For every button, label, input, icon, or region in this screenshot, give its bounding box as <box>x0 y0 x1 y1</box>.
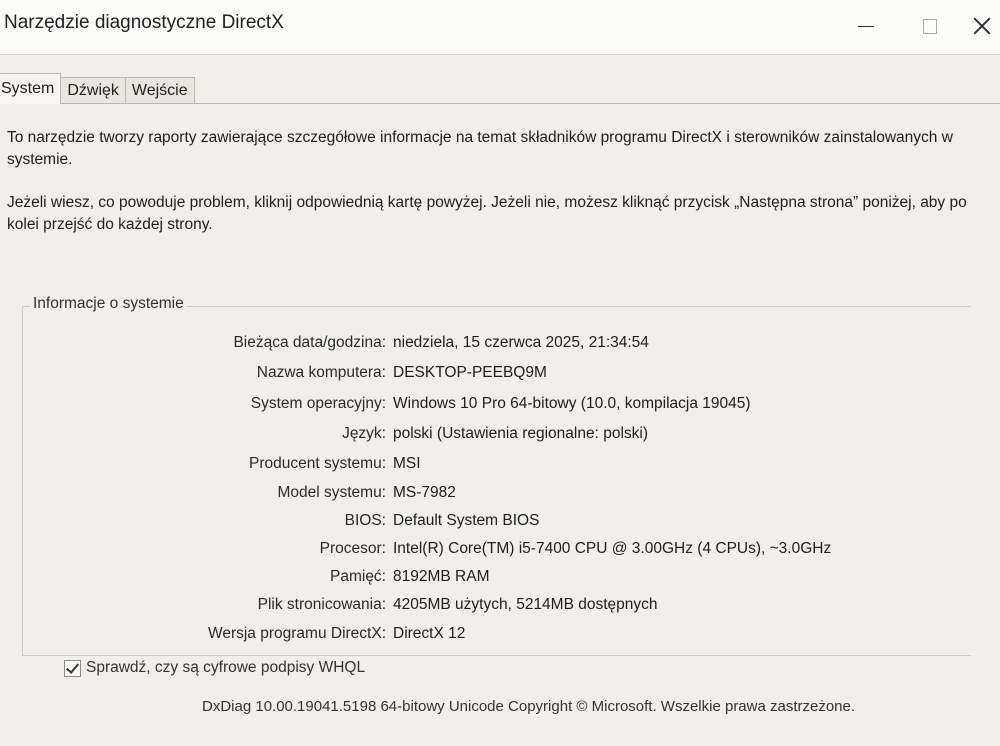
info-row-pagefile: Plik stronicowania: 4205MB użytych, 5214… <box>0 593 1000 617</box>
whql-checkbox[interactable] <box>64 659 81 677</box>
info-value: DESKTOP-PEEBQ9M <box>393 364 547 381</box>
info-label: Pamięć: <box>330 568 386 585</box>
info-label: Procesor: <box>319 540 386 557</box>
info-row-language: Język: polski (Ustawienia regionalne: po… <box>0 422 1000 446</box>
system-info-group-title: Informacje o systemie <box>30 295 187 313</box>
info-row-manufacturer: Producent systemu: MSI <box>0 452 1000 476</box>
minimize-icon <box>858 25 874 27</box>
info-label: Plik stronicowania: <box>257 596 386 613</box>
info-value: niedziela, 15 czerwca 2025, 21:34:54 <box>393 334 649 351</box>
info-label: System operacyjny: <box>250 395 386 412</box>
info-row-os: System operacyjny: Windows 10 Pro 64-bit… <box>0 392 1000 416</box>
info-row-computer-name: Nazwa komputera: DESKTOP-PEEBQ9M <box>0 361 1000 385</box>
info-row-memory: Pamięć: 8192MB RAM <box>0 565 1000 589</box>
info-row-processor: Procesor: Intel(R) Core(TM) i5-7400 CPU … <box>0 537 1000 561</box>
dxdiag-window: Narzędzie diagnostyczne DirectX System D… <box>0 0 1000 746</box>
whql-checkbox-label[interactable]: Sprawdź, czy są cyfrowe podpisy WHQL <box>86 659 365 677</box>
tab-strip: System Dźwięk Wejście <box>0 73 195 104</box>
info-value: MS-7982 <box>393 484 456 501</box>
info-label: Wersja programu DirectX: <box>207 625 386 642</box>
info-row-directx-version: Wersja programu DirectX: DirectX 12 <box>0 622 1000 646</box>
close-button[interactable] <box>952 4 1000 48</box>
description-intro: To narzędzie tworzy raporty zawierające … <box>7 129 953 168</box>
info-value: polski (Ustawienia regionalne: polski) <box>393 425 649 442</box>
info-label: Nazwa komputera: <box>256 364 386 381</box>
info-value: 8192MB RAM <box>393 568 490 585</box>
tab-system[interactable]: System <box>0 73 62 104</box>
info-label: Bieżąca data/godzina: <box>233 334 386 351</box>
minimize-button[interactable] <box>836 4 896 48</box>
tab-input[interactable]: Wejście <box>124 77 195 104</box>
whql-checkbox-row[interactable]: Sprawdź, czy są cyfrowe podpisy WHQL <box>64 657 365 679</box>
copyright-footer: DxDiag 10.00.19041.5198 64-bitowy Unicod… <box>202 698 856 715</box>
info-value: Intel(R) Core(TM) i5-7400 CPU @ 3.00GHz … <box>393 540 832 557</box>
tab-divider <box>0 103 1000 104</box>
info-value: Default System BIOS <box>393 512 540 529</box>
info-value: 4205MB użytych, 5214MB dostępnych <box>393 596 658 613</box>
info-row-bios: BIOS: Default System BIOS <box>0 509 1000 533</box>
close-icon <box>973 17 991 35</box>
maximize-button[interactable] <box>900 4 960 48</box>
info-row-datetime: Bieżąca data/godzina: niedziela, 15 czer… <box>0 331 1000 355</box>
info-row-model: Model systemu: MS-7982 <box>0 481 1000 505</box>
title-bar[interactable]: Narzędzie diagnostyczne DirectX <box>0 0 1000 55</box>
info-value: MSI <box>393 455 421 472</box>
info-label: BIOS: <box>344 512 386 529</box>
info-label: Język: <box>342 425 386 442</box>
maximize-icon <box>923 18 937 34</box>
info-value: Windows 10 Pro 64-bitowy (10.0, kompilac… <box>393 395 751 412</box>
tab-sound[interactable]: Dźwięk <box>60 77 126 104</box>
info-label: Producent systemu: <box>249 455 386 472</box>
info-value: DirectX 12 <box>393 625 466 642</box>
window-title: Narzędzie diagnostyczne DirectX <box>4 12 284 33</box>
description-instructions: Jeżeli wiesz, co powoduje problem, klikn… <box>7 194 967 233</box>
info-label: Model systemu: <box>277 484 386 501</box>
